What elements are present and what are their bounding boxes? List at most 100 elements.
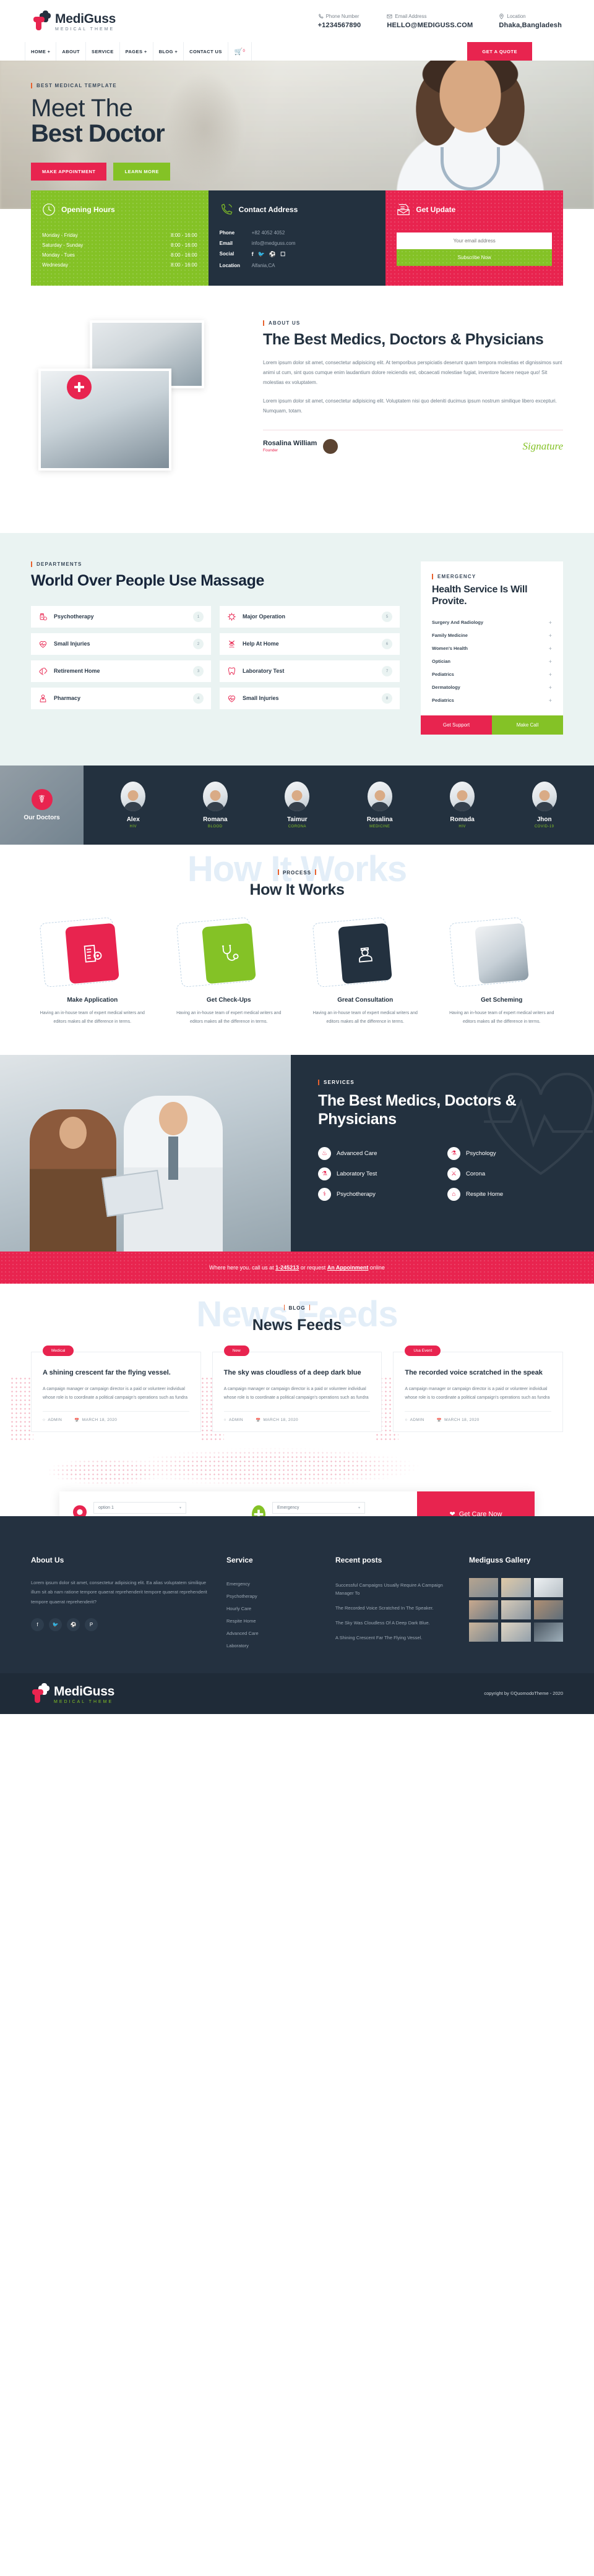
department-card-pharmacy[interactable]: Pharmacy 4 [31,687,211,709]
dribbble-icon[interactable]: ⚽ [67,1618,80,1631]
gallery-thumb[interactable] [469,1600,499,1619]
service-item-advanced-care[interactable]: ♨ Advanced Care [318,1147,437,1161]
emergency-list-item[interactable]: Optician + [432,655,552,668]
cta-phone-link[interactable]: 1-245213 [275,1265,299,1271]
dribbble-icon[interactable]: ⚽ [269,251,276,258]
header-email[interactable]: Email Address HELLO@MEDIGUSS.COM [387,14,473,29]
process-card-get-check-ups[interactable]: Get Check-Ups Having an in-house team of… [168,917,291,1026]
nav-item-home[interactable]: HOME + [25,42,57,61]
service-field[interactable]: Emergency▾ Choose Your Service [238,1501,417,1516]
emergency-list-item[interactable]: Women's Health + [432,642,552,655]
get-support-button[interactable]: Get Support [421,715,492,735]
header-phone-value: +1234567890 [317,21,361,29]
service-item-laboratory-test[interactable]: ⚗ Laboratory Test [318,1167,437,1181]
header-phone[interactable]: Phone Number +1234567890 [318,14,361,29]
subscribe-now-button[interactable]: Subscribe Now [397,249,553,266]
facebook-icon[interactable]: f [31,1618,44,1631]
department-card-small-injuries[interactable]: Small Injuries 2 [31,633,211,655]
doctor-card[interactable]: Rosalina MEDICINE [367,782,393,829]
blog-card[interactable]: Medical A shining crescent far the flyin… [31,1346,201,1432]
doctor-card[interactable]: Taimur CORONA [285,782,310,829]
emergency-list-item[interactable]: Pediatrics + [432,668,552,681]
blog-card[interactable]: Usa Event The recorded voice scratched i… [393,1346,564,1432]
process-card-great-consultation[interactable]: Great Consultation Having an in-house te… [304,917,427,1026]
gallery-thumb[interactable] [469,1577,499,1597]
get-update-card: Get Update Subscribe Now [385,190,564,286]
get-a-quote-button[interactable]: GET A QUOTE [467,42,532,61]
nav-item-service[interactable]: SERVICE [86,42,120,61]
doctor-card[interactable]: Jhon COVID-19 [532,782,557,829]
make-call-button[interactable]: Make Call [492,715,563,735]
service-item-psychology[interactable]: ⚗ Psychology [447,1147,567,1161]
doctor-card[interactable]: Romada HIV [450,782,475,829]
cart-button[interactable]: 🛒 0 [228,42,252,61]
gallery-thumb[interactable] [533,1600,563,1619]
cta-appointment-link[interactable]: An Appoinment [327,1265,369,1271]
department-card-psychotherapy[interactable]: Psychotherapy 1 [31,605,211,628]
footer-recent-post[interactable]: A Shining Crescent Far The Flying Vessel… [335,1631,453,1645]
facebook-icon[interactable]: f [252,251,254,258]
pinterest-icon[interactable]: P [85,1618,98,1631]
header-location[interactable]: Location Dhaka,Bangladesh [499,14,562,29]
learn-more-button[interactable]: LEARN MORE [113,163,170,181]
footer-recent-post[interactable]: The Recorded Voice Scratched In The Spea… [335,1601,453,1616]
location-field[interactable]: option 1▾ Choose Your Location [59,1501,238,1516]
gallery-thumb[interactable] [469,1622,499,1642]
blog-tag[interactable]: New [223,1346,249,1357]
service-item-psychotherapy[interactable]: ⚕ Psychotherapy [318,1188,437,1201]
service-item-respite-home[interactable]: ⌂ Respite Home [447,1188,567,1201]
instagram-icon[interactable]: ☐ [280,251,285,258]
nav-item-blog[interactable]: BLOG + [153,42,184,61]
gallery-thumb[interactable] [501,1600,531,1619]
footer-service-link[interactable]: Hourly Care [226,1603,319,1615]
emergency-list-item[interactable]: Dermatology + [432,681,552,694]
make-appointment-button[interactable]: MAKE APPOINTMENT [31,163,107,181]
emergency-list-item[interactable]: Surgery And Radiology + [432,616,552,629]
blood-drop-icon: ♨ [318,1147,331,1161]
department-card-major-operation[interactable]: Major Operation 5 [220,605,400,628]
doctors-carousel[interactable]: Alex HIV Romana BLOOD Taimur CORONA Rosalin… [84,766,594,845]
emergency-list-item[interactable]: Family Medicine + [432,629,552,642]
gallery-thumb[interactable] [501,1622,531,1642]
blog-tag[interactable]: Medical [43,1346,74,1357]
department-card-help-at-home[interactable]: Help At Home 6 [220,633,400,655]
twitter-icon[interactable]: 🐦 [49,1618,62,1631]
service-item-corona[interactable]: ⚔ Corona [447,1167,567,1181]
footer-recent-post[interactable]: Successful Campaigns Usually Require A C… [335,1578,453,1601]
emergency-list-item[interactable]: Pediatrics + [432,694,552,707]
newsletter-email-input[interactable] [397,232,553,249]
process-card-get-scheming[interactable]: Get Scheming Having an in-house team of … [441,917,564,1026]
footer-logo[interactable]: MediGuss MEDICAL THEME [31,1683,114,1704]
footer-service-link[interactable]: Laboratory [226,1640,319,1652]
doctor-card[interactable]: Alex HIV [121,782,146,829]
department-label: Pharmacy [54,695,81,702]
get-care-now-button[interactable]: ❤ Get Care Now [417,1491,535,1516]
site-logo[interactable]: MediGuss MEDICAL THEME [32,11,116,32]
blog-card[interactable]: New The sky was cloudless of a deep dark… [212,1346,382,1432]
footer-recent-post[interactable]: The Sky Was Cloudless Of A Deep Dark Blu… [335,1616,453,1631]
gallery-thumb[interactable] [533,1622,563,1642]
author-signature: Signature [522,440,563,452]
department-card-small-injuries-2[interactable]: Small Injuries 8 [220,687,400,709]
footer-service-link[interactable]: Respite Home [226,1615,319,1627]
location-label: Location [219,263,241,268]
process-card-make-application[interactable]: Make Application Having an in-house team… [31,917,154,1026]
nav-item-about[interactable]: ABOUT [56,42,87,61]
gallery-thumb[interactable] [533,1577,563,1597]
department-card-laboratory-test[interactable]: Laboratory Test 7 [220,660,400,682]
department-card-retirement-home[interactable]: Retirement Home 3 [31,660,211,682]
calendar-icon: 📅 [436,1418,442,1423]
doctor-card[interactable]: Romana BLOOD [202,782,228,829]
nav-item-contact-us[interactable]: CONTACT US [184,42,228,61]
footer-service-link[interactable]: Emergency [226,1578,319,1590]
location-select[interactable]: option 1 ▾ [93,1501,186,1514]
medical-cross-icon [32,11,51,32]
footer-service-link[interactable]: Advanced Care [226,1627,319,1640]
footer-service-link[interactable]: Psychotherapy [226,1590,319,1603]
blog-tag[interactable]: Usa Event [405,1346,441,1357]
gallery-thumb[interactable] [501,1577,531,1597]
service-select[interactable]: Emergency ▾ [272,1501,365,1514]
nav-item-pages[interactable]: PAGES + [120,42,153,61]
site-footer: About Us Lorem ipsum dolor sit amet, con… [0,1516,594,1673]
twitter-icon[interactable]: 🐦 [258,251,265,258]
